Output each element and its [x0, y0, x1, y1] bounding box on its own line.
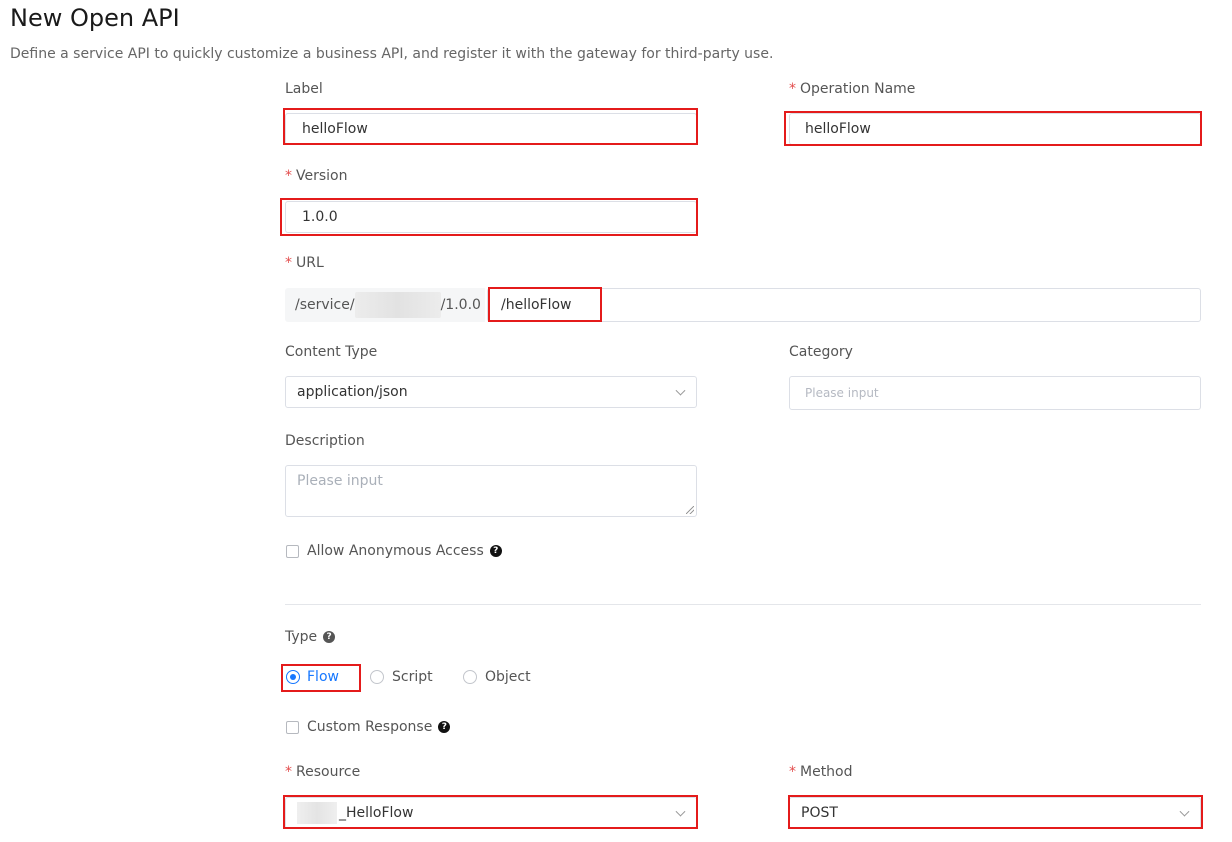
allow-anonymous-label: Allow Anonymous Access? [307, 543, 502, 559]
type-flow-radio[interactable] [286, 670, 300, 684]
chevron-down-icon [675, 806, 686, 817]
type-flow-label[interactable]: Flow [307, 669, 339, 685]
resource-select[interactable]: _HelloFlow [285, 797, 697, 829]
help-icon[interactable]: ? [489, 545, 502, 557]
url-prefix: /service/ /1.0.0 [285, 288, 485, 322]
type-object-label[interactable]: Object [485, 669, 531, 685]
type-script-radio[interactable] [370, 670, 384, 684]
help-icon[interactable]: ? [438, 721, 451, 733]
page-description: Define a service API to quickly customiz… [10, 46, 774, 62]
content-type-select[interactable]: application/json [285, 376, 697, 408]
type-object-radio[interactable] [463, 670, 477, 684]
version-input[interactable]: 1.0.0 [285, 201, 697, 233]
allow-anonymous-checkbox[interactable] [286, 545, 299, 558]
custom-response-checkbox[interactable] [286, 721, 299, 734]
help-icon[interactable]: ? [323, 631, 336, 643]
url-label: * URL [285, 255, 324, 271]
category-input[interactable]: Please input [789, 376, 1201, 410]
type-label: Type? [285, 629, 336, 645]
section-divider [285, 604, 1201, 605]
chevron-down-icon [1179, 806, 1190, 817]
version-label: * Version [285, 168, 348, 184]
redacted-block [297, 802, 337, 824]
redacted-block [354, 292, 441, 318]
method-select[interactable]: POST [789, 797, 1201, 829]
resource-label: * Resource [285, 764, 361, 780]
operation-name-input[interactable]: helloFlow [789, 113, 1201, 145]
page-title: New Open API [10, 4, 180, 32]
url-path-input[interactable]: /helloFlow [487, 288, 1201, 322]
chevron-down-icon [675, 385, 686, 396]
description-label: Description [285, 433, 365, 449]
label-input[interactable]: helloFlow [285, 113, 697, 145]
method-label: * Method [789, 764, 853, 780]
resize-handle-icon[interactable] [686, 506, 694, 514]
operation-name-label: * Operation Name [789, 81, 916, 97]
content-type-label: Content Type [285, 344, 378, 360]
custom-response-label: Custom Response? [307, 719, 451, 735]
category-label: Category [789, 344, 853, 360]
description-textarea[interactable]: Please input [285, 465, 697, 517]
label-field-label: Label [285, 81, 323, 97]
type-script-label[interactable]: Script [392, 669, 433, 685]
